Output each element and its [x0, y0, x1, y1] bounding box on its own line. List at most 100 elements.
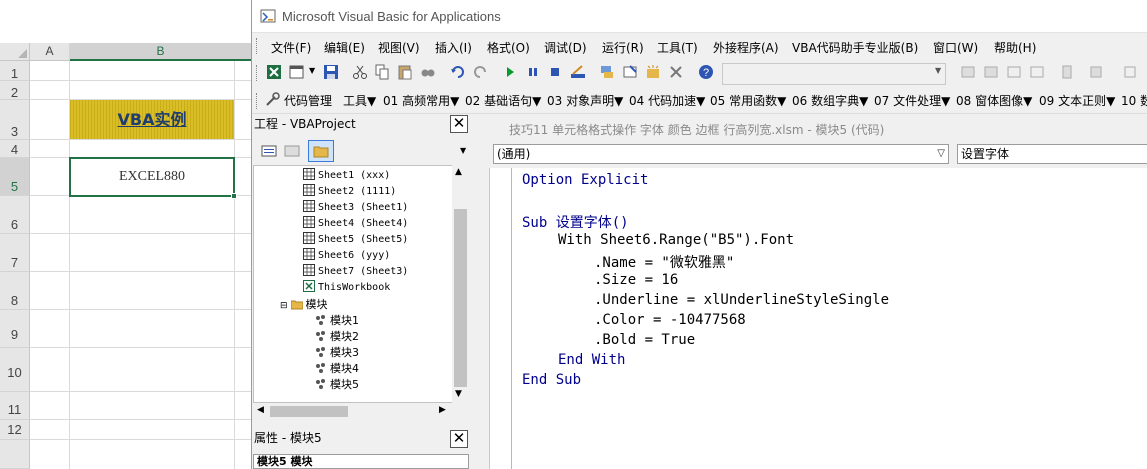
- cut-icon[interactable]: [352, 64, 368, 80]
- help-icon[interactable]: ?: [698, 64, 714, 80]
- chevron-down-icon[interactable]: ▼: [309, 66, 315, 75]
- scroll-thumb[interactable]: [270, 406, 348, 417]
- indent-icon[interactable]: [960, 64, 976, 80]
- properties-icon[interactable]: [622, 64, 638, 80]
- row-header-3[interactable]: 3: [0, 100, 30, 140]
- row-header-5[interactable]: 5: [0, 158, 30, 196]
- row-header-10[interactable]: 10: [0, 348, 30, 392]
- tree-item-sheet1[interactable]: Sheet1 (xxx): [303, 168, 390, 181]
- close-project-pane-button[interactable]: ✕: [450, 115, 468, 133]
- code-line[interactable]: .Underline = xlUnderlineStyleSingle: [594, 292, 889, 308]
- code-line[interactable]: With Sheet6.Range("B5").Font: [558, 232, 794, 248]
- stop-icon[interactable]: [547, 64, 563, 80]
- collapse-icon[interactable]: ⊟: [280, 301, 288, 311]
- menu-format[interactable]: 格式(O): [487, 39, 530, 56]
- code-manager-icon[interactable]: [265, 91, 281, 107]
- column-header-b[interactable]: B: [70, 43, 252, 61]
- excel-icon[interactable]: [266, 64, 282, 80]
- toggle-bookmark-icon[interactable]: [1059, 64, 1075, 80]
- view-code-icon[interactable]: [261, 143, 277, 159]
- comment-block-icon[interactable]: [1006, 64, 1022, 80]
- tree-item-sheet6[interactable]: Sheet6 (yyy): [303, 248, 390, 261]
- row-header-13[interactable]: [0, 440, 30, 469]
- menu-window[interactable]: 窗口(W): [933, 39, 978, 56]
- cell-b5-selected[interactable]: EXCEL880: [69, 157, 235, 197]
- menu-edit[interactable]: 编辑(E): [324, 39, 365, 56]
- menu-vba-helper[interactable]: VBA代码助手专业版(B): [792, 39, 918, 56]
- code-margin-indicator-bar[interactable]: [490, 168, 512, 469]
- toolbar-code-manager[interactable]: 代码管理: [284, 92, 332, 109]
- tree-item-sheet2[interactable]: Sheet2 (1111): [303, 184, 396, 197]
- scroll-right-icon[interactable]: ▶: [439, 405, 446, 415]
- code-line[interactable]: .Color = -10477568: [594, 312, 746, 328]
- menu-debug[interactable]: 调试(D): [544, 39, 587, 56]
- tree-item-module5[interactable]: 模块5: [315, 376, 359, 392]
- menu-view[interactable]: 视图(V): [378, 39, 420, 56]
- copy-icon[interactable]: [374, 64, 390, 80]
- code-line[interactable]: .Size = 16: [594, 272, 678, 288]
- tree-item-module2[interactable]: 模块2: [315, 328, 359, 344]
- pause-icon[interactable]: [525, 64, 541, 80]
- select-all-corner[interactable]: [0, 43, 30, 61]
- cell-b3[interactable]: VBA实例: [70, 100, 234, 139]
- code-editor[interactable]: Option Explicit Sub 设置字体() With Sheet6.R…: [489, 168, 1147, 469]
- tree-item-module4[interactable]: 模块4: [315, 360, 359, 376]
- row-header-6[interactable]: 6: [0, 196, 30, 234]
- undo-icon[interactable]: [450, 64, 466, 80]
- save-icon[interactable]: [323, 64, 339, 80]
- code-line[interactable]: End Sub: [522, 372, 581, 388]
- toolbar-02[interactable]: 02 基础语句▼: [465, 92, 541, 109]
- row-header-9[interactable]: 9: [0, 310, 30, 348]
- toolbar-04[interactable]: 04 代码加速▼: [629, 92, 705, 109]
- scroll-up-icon[interactable]: ▲: [455, 167, 462, 177]
- tree-item-module3[interactable]: 模块3: [315, 344, 359, 360]
- object-browser-icon[interactable]: [645, 64, 661, 80]
- tree-horizontal-scrollbar[interactable]: ◀ ▶: [253, 403, 469, 420]
- menu-insert[interactable]: 插入(I): [435, 39, 472, 56]
- row-header-11[interactable]: 11: [0, 392, 30, 420]
- row-header-12[interactable]: 12: [0, 420, 30, 440]
- tree-item-thisworkbook[interactable]: ThisWorkbook: [303, 280, 390, 293]
- procedure-dropdown[interactable]: 设置字体: [957, 144, 1147, 164]
- uncomment-block-icon[interactable]: [1029, 64, 1045, 80]
- row-header-8[interactable]: 8: [0, 272, 30, 310]
- menu-tools[interactable]: 工具(T): [657, 39, 698, 56]
- view-object-icon[interactable]: [284, 143, 300, 159]
- toolbar-03[interactable]: 03 对象声明▼: [547, 92, 623, 109]
- scroll-down-icon[interactable]: ▼: [455, 389, 462, 399]
- row-header-1[interactable]: 1: [0, 61, 30, 81]
- toolbar-01[interactable]: 01 高频常用▼: [383, 92, 459, 109]
- toolbar-tools[interactable]: 工具▼: [343, 92, 376, 109]
- project-explorer-icon[interactable]: [599, 64, 615, 80]
- tree-item-sheet5[interactable]: Sheet5 (Sheet5): [303, 232, 408, 245]
- column-header-a[interactable]: A: [30, 43, 70, 61]
- code-line[interactable]: .Name = "微软雅黑": [594, 252, 734, 272]
- toolbar-position-box[interactable]: [722, 63, 946, 85]
- menu-file[interactable]: 文件(F): [271, 39, 311, 56]
- toolbar-08[interactable]: 08 窗体图像▼: [956, 92, 1032, 109]
- row-header-7[interactable]: 7: [0, 234, 30, 272]
- tree-folder-modules[interactable]: ⊟ 模块: [280, 296, 328, 312]
- toolbox-icon[interactable]: [668, 64, 684, 80]
- outdent-icon[interactable]: [983, 64, 999, 80]
- find-icon[interactable]: [420, 64, 436, 80]
- scroll-left-icon[interactable]: ◀: [257, 405, 264, 415]
- paste-icon[interactable]: [397, 64, 413, 80]
- tree-item-sheet7[interactable]: Sheet7 (Sheet3): [303, 264, 408, 277]
- row-header-2[interactable]: 2: [0, 81, 30, 100]
- menu-addins[interactable]: 外接程序(A): [713, 39, 779, 56]
- properties-object-combo[interactable]: 模块5 模块: [253, 454, 469, 469]
- tree-item-module1[interactable]: 模块1: [315, 312, 359, 328]
- next-bookmark-icon[interactable]: [1088, 64, 1104, 80]
- code-line[interactable]: .Bold = True: [594, 332, 695, 348]
- clear-bookmarks-icon[interactable]: [1122, 64, 1138, 80]
- toggle-folders-button[interactable]: [308, 140, 334, 162]
- design-mode-icon[interactable]: [570, 64, 586, 80]
- row-header-4[interactable]: 4: [0, 140, 30, 158]
- menu-run[interactable]: 运行(R): [602, 39, 644, 56]
- fill-handle[interactable]: [231, 193, 237, 199]
- chevron-down-icon[interactable]: ▼: [935, 66, 941, 75]
- run-icon[interactable]: [502, 64, 518, 80]
- insert-userform-icon[interactable]: [289, 64, 305, 80]
- tree-vertical-scrollbar[interactable]: ▲ ▼: [452, 165, 469, 403]
